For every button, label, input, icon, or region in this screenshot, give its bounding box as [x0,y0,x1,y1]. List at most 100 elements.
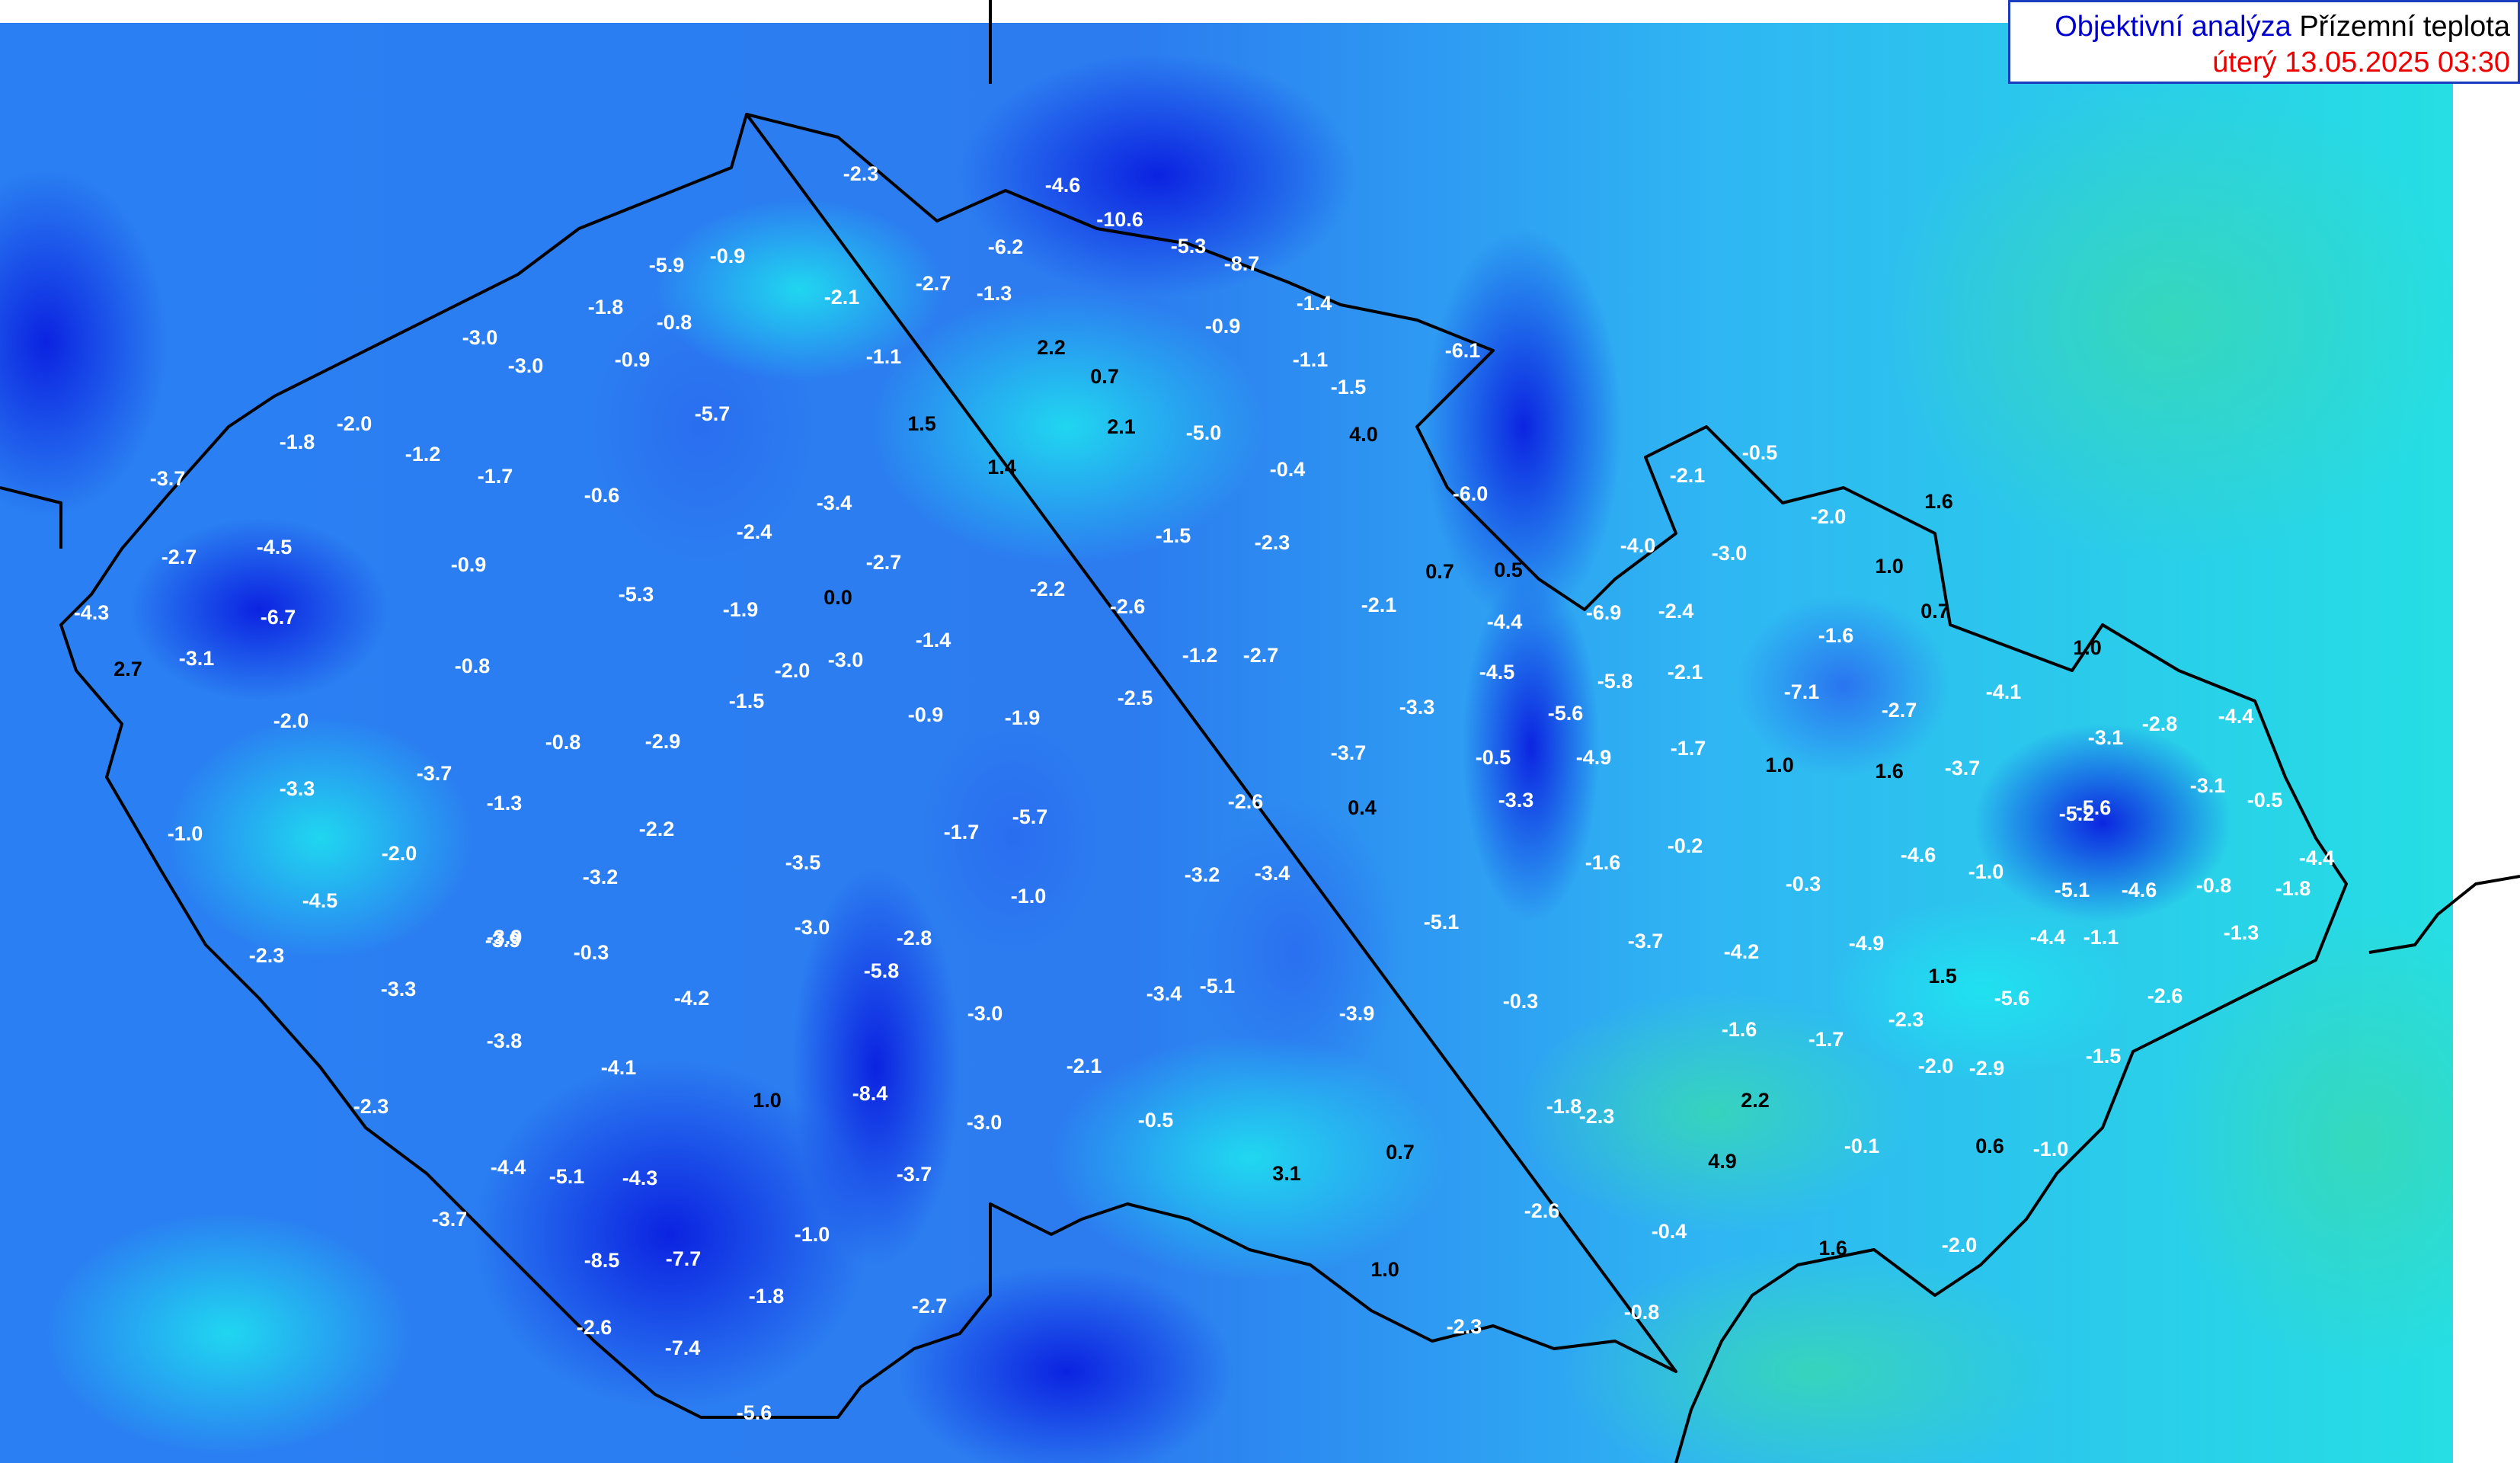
temperature-value-label: -7.1 [1784,680,1820,703]
temperature-value-label: -5.3 [619,583,654,606]
right-edge [2453,23,2520,1463]
temperature-value-label: -4.3 [74,601,110,624]
temperature-value-label: -5.8 [864,959,900,982]
temperature-value-label: -3.2 [583,866,619,888]
temperature-value-label: 4.9 [1708,1150,1737,1173]
temperature-value-label: -4.1 [601,1056,637,1079]
temperature-value-label: -2.6 [1228,790,1264,813]
temperature-value-label: 3.1 [1272,1162,1301,1185]
temperature-value-label: -2.7 [866,551,902,574]
temperature-value-label: -1.8 [280,431,315,453]
temperature-value-label: -5.6 [737,1401,772,1424]
temperature-value-label: 0.0 [823,586,852,609]
temperature-value-label: -0.8 [2196,874,2232,897]
temperature-value-label: -3.7 [1331,741,1367,764]
temperature-value-label: -0.8 [1624,1301,1660,1324]
temperature-value-label: -2.0 [382,842,417,865]
temperature-value-label: -3.5 [785,851,821,874]
temperature-value-label: -2.8 [897,927,932,949]
temperature-value-label: -3.3 [280,777,315,800]
temperature-value-label: -0.8 [545,731,581,754]
temperature-value-label: -3.7 [897,1163,932,1186]
temperature-value-label: -3.8 [487,1029,523,1052]
temperature-value-label: -2.0 [1918,1055,1954,1077]
temperature-value-label: -1.1 [866,345,902,368]
temperature-value-label: -7.7 [666,1247,702,1270]
temperature-value-label: -2.1 [824,286,860,309]
temperature-value-label: -0.3 [1786,872,1821,895]
temperature-value-label: -4.5 [302,889,338,912]
temperature-value-label: -1.8 [2275,877,2311,900]
temperature-value-label: -1.0 [168,822,203,845]
temperature-value-label: -2.9 [1969,1057,2005,1080]
temperature-value-label: -2.1 [1067,1055,1102,1077]
temperature-value-label: -0.5 [1476,746,1511,769]
temperature-value-label: 1.6 [1818,1237,1847,1260]
temperature-value-label: -2.2 [1030,578,1066,600]
variable-label: Přízemní teplota [2299,11,2510,43]
temperature-value-label: -4.2 [674,987,710,1010]
temperature-value-label: -5.6 [2076,796,2112,819]
temperature-value-label: -3.9 [1339,1002,1375,1025]
temperature-value-label: -3.0 [828,648,864,671]
temperature-value-label: -1.1 [2083,926,2119,949]
temperature-value-label: -0.3 [574,941,609,964]
temperature-value-label: -1.6 [1818,624,1854,647]
temperature-value-label: -0.9 [710,245,746,267]
temperature-value-label: -5.8 [1597,670,1633,693]
temperature-value-label: 1.0 [1370,1258,1399,1281]
temperature-value-label: 4.0 [1349,423,1378,446]
temperature-value-label: -2.0 [1811,505,1847,528]
valid-time: úterý 13.05.2025 03:30 [2212,46,2510,78]
temperature-value-label: -1.7 [478,465,513,488]
mild-area [168,716,472,960]
temperature-value-label: 0.7 [1090,365,1119,388]
temperature-value-label: -2.4 [1658,600,1694,623]
temperature-value-label: -2.5 [1118,687,1153,709]
temperature-value-label: -3.1 [179,647,215,670]
temperature-value-label: -4.4 [2030,926,2066,949]
temperature-value-label: -3.0 [462,326,498,349]
temperature-value-label: -5.9 [649,254,685,277]
temperature-value-label: -3.7 [432,1208,468,1231]
temperature-value-label: -3.0 [967,1111,1003,1134]
temperature-value-label: -7.4 [665,1337,701,1359]
temperature-value-label: -1.0 [2033,1138,2069,1160]
temperature-value-label: -1.0 [795,1223,830,1246]
temperature-value-label: -3.9 [487,926,523,949]
temperature-value-label: 0.7 [1386,1141,1415,1164]
cold-area [960,53,1356,297]
temperature-value-label: -3.4 [1146,982,1182,1005]
temperature-value-label: -8.4 [852,1082,888,1105]
temperature-value-label: -4.4 [1487,610,1523,633]
temperature-value-label: -4.6 [1901,844,1936,866]
temperature-value-label: -0.9 [451,553,487,576]
temperature-value-label: -2.1 [1670,464,1706,487]
temperature-value-label: -4.9 [1576,746,1612,769]
temperature-value-label: -2.8 [2142,712,2178,735]
temperature-value-label: -1.1 [1293,348,1329,371]
temperature-value-label: -2.7 [912,1295,948,1317]
temperature-value-label: -1.3 [977,282,1012,305]
temperature-value-label: -0.5 [1742,441,1778,464]
temperature-value-label: -1.7 [1671,737,1706,760]
temperature-value-label: 1.6 [1924,490,1953,513]
temperature-value-label: -2.3 [353,1095,389,1118]
temperature-value-label: 1.4 [987,456,1016,479]
temperature-value-label: -1.2 [405,443,441,466]
temperature-value-label: -3.7 [1945,757,1981,780]
temperature-value-label: -3.2 [1185,863,1220,886]
temperature-value-label: -1.9 [723,598,759,621]
temperature-value-label: 1.6 [1875,760,1904,783]
temperature-value-label: -2.6 [577,1316,612,1339]
temperature-value-label: -5.3 [1171,235,1207,258]
temperature-value-label: -1.5 [2086,1045,2122,1068]
temperature-value-label: -1.5 [1156,524,1191,547]
mild-area [46,1212,411,1455]
temperature-value-label: -5.6 [1548,702,1584,725]
temperature-value-label: 1.0 [1765,754,1794,776]
temperature-value-label: -3.1 [2190,774,2226,797]
temperature-value-label: -1.7 [1808,1028,1844,1051]
temperature-value-label: -5.1 [2055,879,2090,901]
temperature-value-label: -2.1 [1361,594,1397,616]
